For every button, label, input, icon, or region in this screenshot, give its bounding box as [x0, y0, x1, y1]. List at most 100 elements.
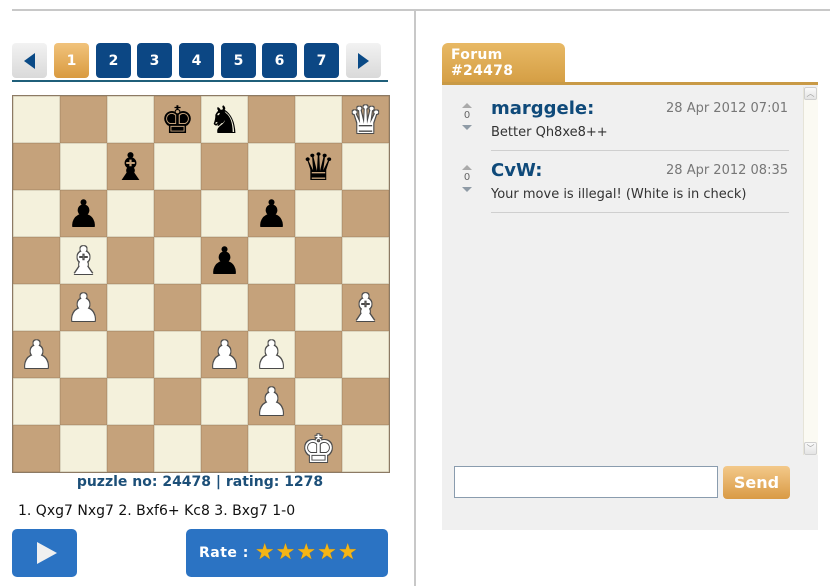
square-d1[interactable] — [154, 425, 201, 472]
square-h6[interactable] — [342, 190, 389, 237]
square-e8[interactable]: ♞ — [201, 96, 248, 143]
star-icon[interactable]: ★ — [255, 540, 275, 565]
square-c1[interactable] — [107, 425, 154, 472]
square-b3[interactable] — [60, 331, 107, 378]
square-h1[interactable] — [342, 425, 389, 472]
page-button-6[interactable]: 6 — [262, 43, 297, 78]
square-f3[interactable]: ♟ — [248, 331, 295, 378]
square-a3[interactable]: ♟ — [13, 331, 60, 378]
comment-author[interactable]: marggele: — [491, 98, 594, 119]
forum-tab[interactable]: Forum #24478 — [442, 43, 565, 82]
page-button-2[interactable]: 2 — [96, 43, 131, 78]
square-g5[interactable] — [295, 237, 342, 284]
square-g3[interactable] — [295, 331, 342, 378]
square-h2[interactable] — [342, 378, 389, 425]
square-h5[interactable] — [342, 237, 389, 284]
square-b1[interactable] — [60, 425, 107, 472]
black-queen-icon[interactable]: ♛ — [301, 148, 335, 186]
square-b2[interactable] — [60, 378, 107, 425]
white-king-icon[interactable]: ♚ — [301, 430, 335, 468]
square-b4[interactable]: ♟ — [60, 284, 107, 331]
square-h7[interactable] — [342, 143, 389, 190]
square-f1[interactable] — [248, 425, 295, 472]
square-f2[interactable]: ♟ — [248, 378, 295, 425]
square-c8[interactable] — [107, 96, 154, 143]
square-h4[interactable]: ♝ — [342, 284, 389, 331]
square-c4[interactable] — [107, 284, 154, 331]
square-g8[interactable] — [295, 96, 342, 143]
square-g7[interactable]: ♛ — [295, 143, 342, 190]
square-f7[interactable] — [248, 143, 295, 190]
square-a8[interactable] — [13, 96, 60, 143]
square-c3[interactable] — [107, 331, 154, 378]
square-a1[interactable] — [13, 425, 60, 472]
square-h8[interactable]: ♛ — [342, 96, 389, 143]
scroll-down-icon[interactable]: ﹀ — [804, 442, 817, 455]
square-d7[interactable] — [154, 143, 201, 190]
prev-page-button[interactable] — [12, 43, 47, 78]
square-f6[interactable]: ♟ — [248, 190, 295, 237]
page-button-4[interactable]: 4 — [179, 43, 214, 78]
star-icon[interactable]: ★ — [317, 540, 337, 565]
white-pawn-icon[interactable]: ♟ — [254, 336, 288, 374]
square-d2[interactable] — [154, 378, 201, 425]
comment-input[interactable] — [454, 466, 718, 498]
comment-author[interactable]: CvW: — [491, 160, 542, 181]
play-button[interactable] — [12, 529, 77, 577]
square-c7[interactable]: ♝ — [107, 143, 154, 190]
star-icon[interactable]: ★ — [296, 540, 316, 565]
square-b8[interactable] — [60, 96, 107, 143]
square-e6[interactable] — [201, 190, 248, 237]
forum-scrollbar[interactable]: ︿ ﹀ — [803, 87, 818, 455]
square-a4[interactable] — [13, 284, 60, 331]
white-pawn-icon[interactable]: ♟ — [19, 336, 53, 374]
square-g1[interactable]: ♚ — [295, 425, 342, 472]
page-button-7[interactable]: 7 — [304, 43, 339, 78]
square-a7[interactable] — [13, 143, 60, 190]
black-pawn-icon[interactable]: ♟ — [207, 242, 241, 280]
square-e2[interactable] — [201, 378, 248, 425]
black-knight-icon[interactable]: ♞ — [207, 101, 241, 139]
square-e5[interactable]: ♟ — [201, 237, 248, 284]
white-pawn-icon[interactable]: ♟ — [254, 383, 288, 421]
star-icon[interactable]: ★ — [338, 540, 358, 565]
square-c5[interactable] — [107, 237, 154, 284]
downvote-icon[interactable] — [462, 125, 472, 130]
square-d4[interactable] — [154, 284, 201, 331]
page-button-5[interactable]: 5 — [221, 43, 256, 78]
black-king-icon[interactable]: ♚ — [160, 101, 194, 139]
square-c2[interactable] — [107, 378, 154, 425]
square-d6[interactable] — [154, 190, 201, 237]
page-button-3[interactable]: 3 — [137, 43, 172, 78]
white-bishop-icon[interactable]: ♝ — [348, 289, 382, 327]
square-a2[interactable] — [13, 378, 60, 425]
white-pawn-icon[interactable]: ♟ — [66, 289, 100, 327]
square-b6[interactable]: ♟ — [60, 190, 107, 237]
square-e4[interactable] — [201, 284, 248, 331]
black-pawn-icon[interactable]: ♟ — [254, 195, 288, 233]
send-button[interactable]: Send — [723, 466, 790, 499]
square-f5[interactable] — [248, 237, 295, 284]
square-d3[interactable] — [154, 331, 201, 378]
square-e1[interactable] — [201, 425, 248, 472]
page-button-1[interactable]: 1 — [54, 43, 89, 78]
square-f8[interactable] — [248, 96, 295, 143]
square-b5[interactable]: ♝ — [60, 237, 107, 284]
square-a5[interactable] — [13, 237, 60, 284]
upvote-icon[interactable] — [462, 103, 472, 108]
white-queen-icon[interactable]: ♛ — [348, 101, 382, 139]
square-f4[interactable] — [248, 284, 295, 331]
square-a6[interactable] — [13, 190, 60, 237]
square-g4[interactable] — [295, 284, 342, 331]
square-e3[interactable]: ♟ — [201, 331, 248, 378]
square-g2[interactable] — [295, 378, 342, 425]
star-icon[interactable]: ★ — [276, 540, 296, 565]
upvote-icon[interactable] — [462, 165, 472, 170]
white-bishop-icon[interactable]: ♝ — [66, 242, 100, 280]
square-h3[interactable] — [342, 331, 389, 378]
black-bishop-icon[interactable]: ♝ — [113, 148, 147, 186]
scroll-up-icon[interactable]: ︿ — [804, 87, 817, 100]
square-g6[interactable] — [295, 190, 342, 237]
white-pawn-icon[interactable]: ♟ — [207, 336, 241, 374]
square-d5[interactable] — [154, 237, 201, 284]
